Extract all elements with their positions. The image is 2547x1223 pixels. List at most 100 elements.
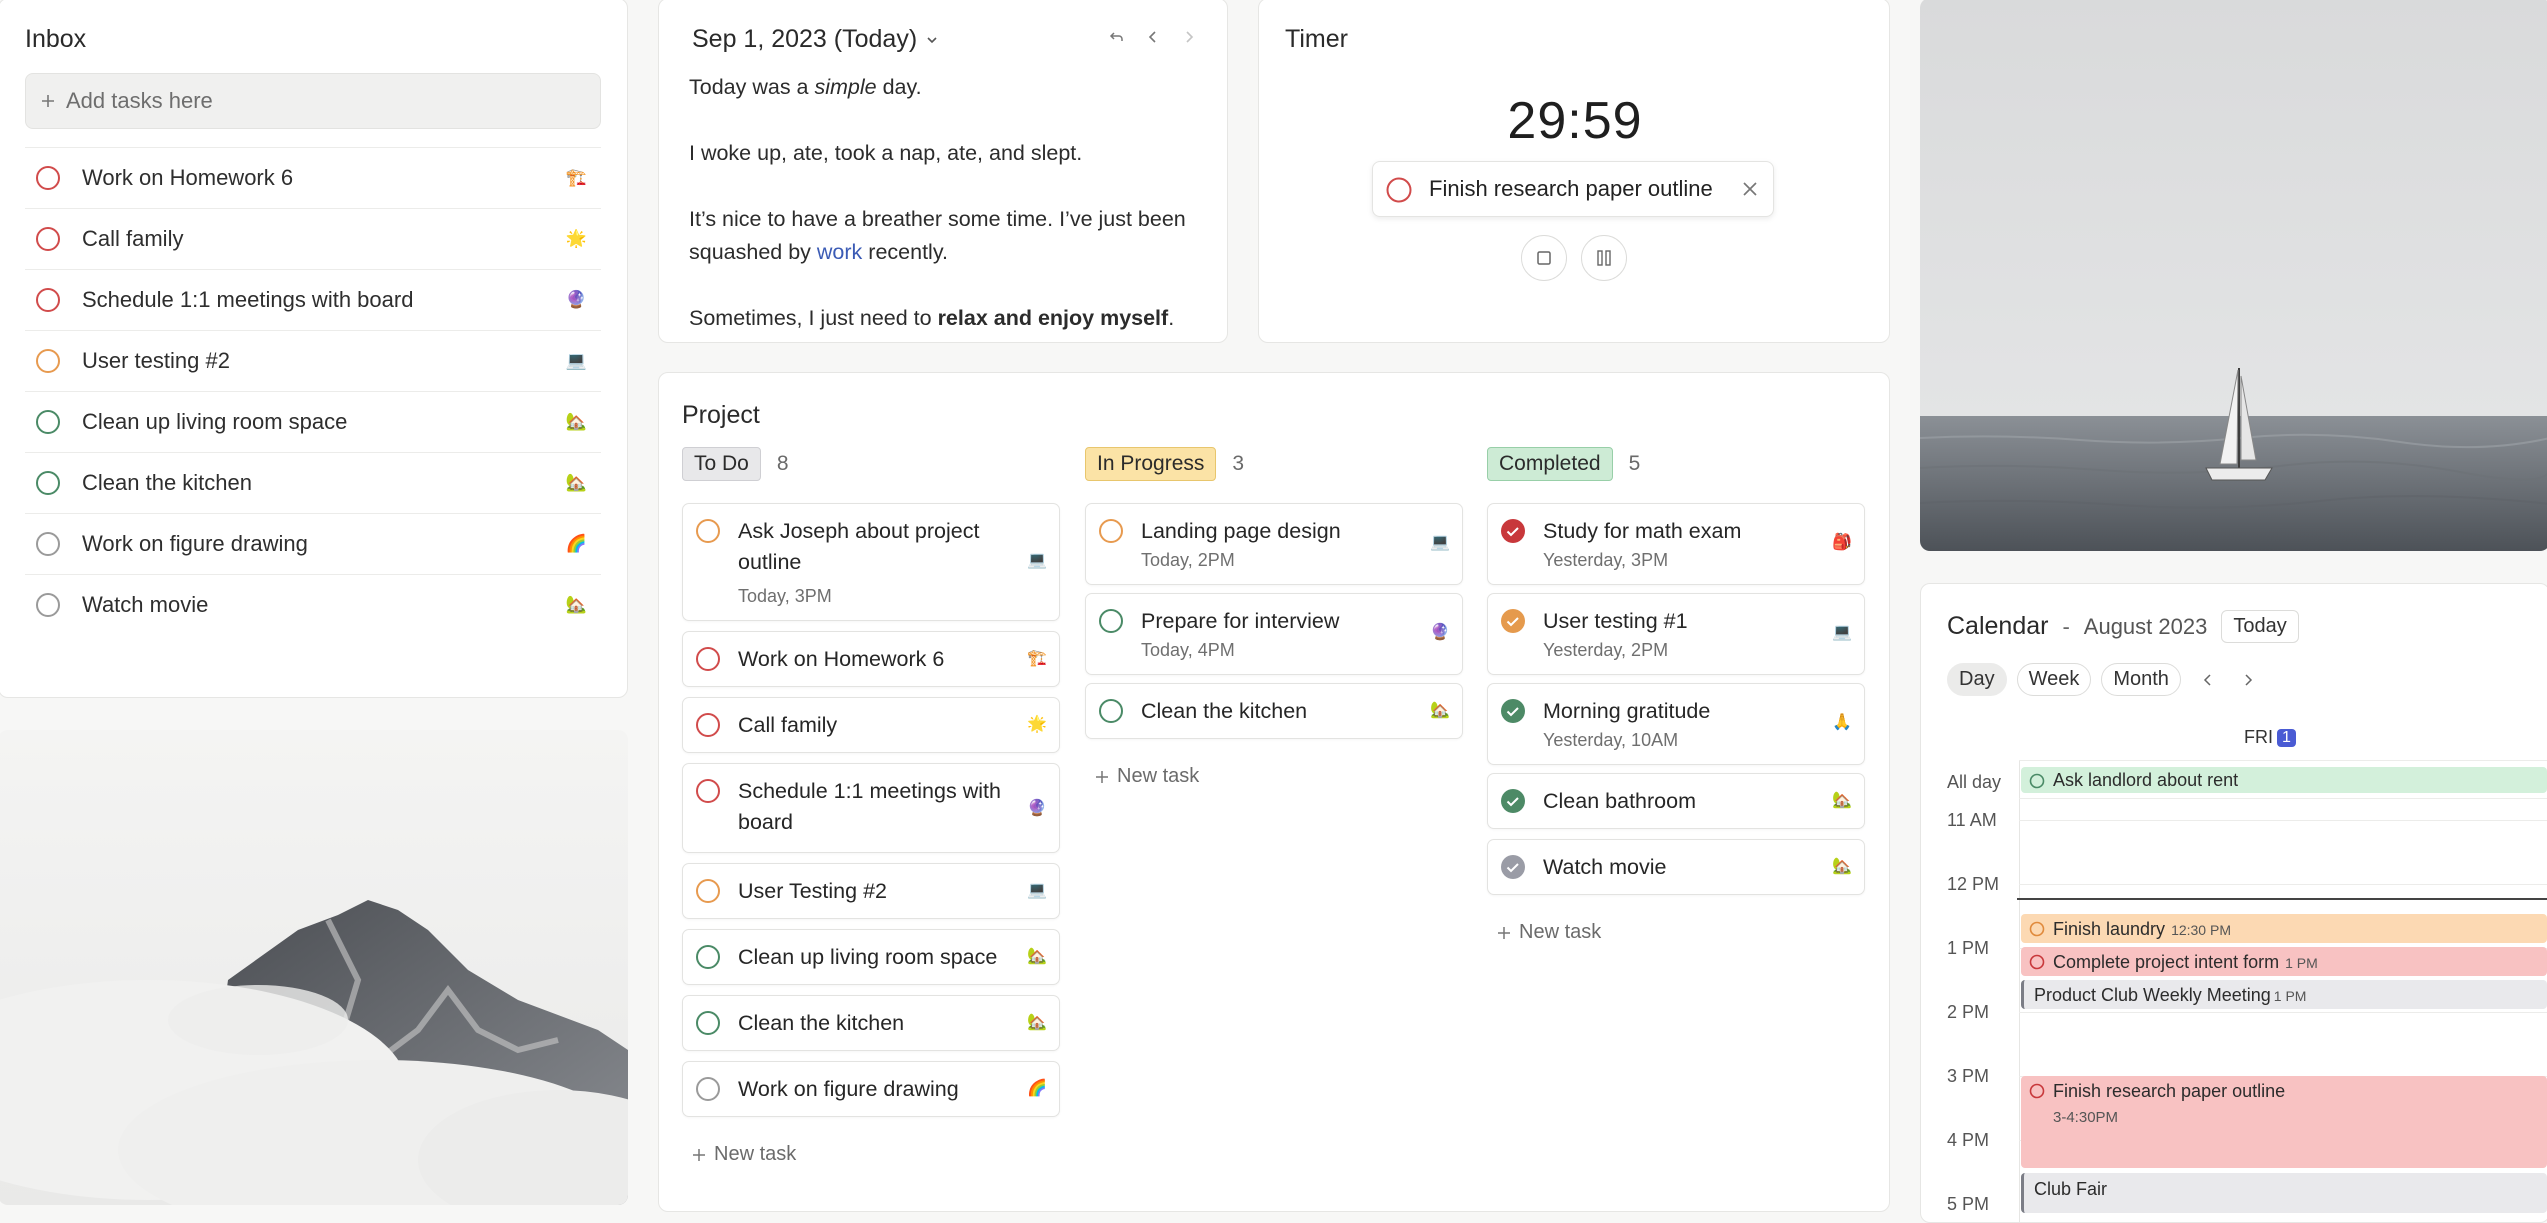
circle-checkbox-icon[interactable] [695,1076,721,1102]
circle-checkbox-icon[interactable] [35,409,61,435]
circle-checkbox-icon[interactable] [1098,698,1124,724]
task-card[interactable]: Landing page design Today, 2PM 💻 [1085,503,1463,585]
undo-icon[interactable] [1109,29,1125,45]
task-card[interactable]: Work on Homework 6 🏗️ [682,631,1060,687]
timer-task-pill[interactable]: Finish research paper outline [1372,161,1774,217]
add-task-input[interactable]: Add tasks here [25,73,601,129]
inbox-item[interactable]: Call family 🌟 [25,208,601,269]
task-card[interactable]: Clean bathroom 🏡 [1487,773,1865,829]
column-header-completed: Completed 5 [1487,447,1640,481]
task-card[interactable]: Schedule 1:1 meetings with board 🔮 [682,763,1060,853]
task-card[interactable]: Clean the kitchen 🏡 [1085,683,1463,739]
task-card[interactable]: Call family 🌟 [682,697,1060,753]
calendar-event[interactable]: Finish research paper outline 3-4:30PM [2021,1076,2547,1168]
check-circle-icon[interactable] [1500,788,1526,814]
circle-checkbox-icon[interactable] [1098,608,1124,634]
stop-button[interactable] [1521,235,1567,281]
task-card[interactable]: Morning gratitude Yesterday, 10AM 🙏 [1487,683,1865,765]
calendar-event[interactable]: Product Club Weekly Meeting 1 PM [2021,980,2547,1009]
task-card[interactable]: Watch movie 🏡 [1487,839,1865,895]
circle-checkbox-icon[interactable] [695,878,721,904]
calendar-event[interactable]: Finish laundry 12:30 PM [2021,914,2547,943]
emoji-icon: 🏡 [1430,702,1450,719]
inbox-item[interactable]: Schedule 1:1 meetings with board 🔮 [25,269,601,330]
circle-checkbox-icon[interactable] [35,592,61,618]
new-task-button-completed[interactable]: New task [1497,921,1601,944]
circle-checkbox-icon[interactable] [695,1010,721,1036]
task-card[interactable]: Clean the kitchen 🏡 [682,995,1060,1051]
new-task-button-todo[interactable]: New task [692,1143,796,1166]
task-card[interactable]: Study for math exam Yesterday, 3PM 🎒 [1487,503,1865,585]
circle-checkbox-icon[interactable] [2029,773,2045,789]
view-month-button[interactable]: Month [2101,663,2181,696]
task-card[interactable]: Work on figure drawing 🌈 [682,1061,1060,1117]
chevron-right-icon[interactable] [1181,29,1197,45]
day-name: FRI [2244,727,2273,747]
inbox-item[interactable]: Clean up living room space 🏡 [25,391,601,452]
event-time: 12:30 PM [2171,922,2231,938]
check-circle-icon[interactable] [1500,608,1526,634]
view-week-button[interactable]: Week [2016,663,2092,696]
circle-checkbox-icon[interactable] [1385,176,1413,204]
circle-checkbox-icon[interactable] [695,778,721,804]
chevron-right-icon[interactable] [2241,673,2255,687]
circle-checkbox-icon[interactable] [2029,1083,2045,1099]
new-task-button-inprogress[interactable]: New task [1095,765,1199,788]
task-label: Ask Joseph about project outline [738,519,980,574]
circle-checkbox-icon[interactable] [695,944,721,970]
inbox-item-label: Watch movie [82,592,209,617]
pause-button[interactable] [1581,235,1627,281]
emoji-icon: 🏗️ [565,168,587,187]
plus-icon [692,1148,706,1162]
circle-checkbox-icon[interactable] [35,531,61,557]
emoji-icon: 💻 [1027,552,1047,569]
calendar-event[interactable]: Complete project intent form 1 PM [2021,947,2547,976]
journal-date-selector[interactable]: Sep 1, 2023 (Today) [692,25,939,54]
calendar-event[interactable]: Club Fair [2021,1173,2547,1213]
check-circle-icon[interactable] [1500,854,1526,880]
event-title: Ask landlord about rent [2053,770,2239,790]
task-label: User Testing #2 [738,879,887,903]
task-label: Clean up living room space [738,945,998,969]
check-circle-icon[interactable] [1500,698,1526,724]
circle-checkbox-icon[interactable] [35,287,61,313]
circle-checkbox-icon[interactable] [695,518,721,544]
journal-date: Sep 1, 2023 (Today) [692,25,918,53]
inbox-item[interactable]: Work on Homework 6 🏗️ [25,147,601,208]
task-label: Schedule 1:1 meetings with board [738,779,1001,834]
circle-checkbox-icon[interactable] [695,646,721,672]
journal-body[interactable]: Today was a simple day. I woke up, ate, … [689,71,1209,342]
task-card[interactable]: User Testing #2 💻 [682,863,1060,919]
inbox-item[interactable]: Clean the kitchen 🏡 [25,452,601,513]
task-card[interactable]: Prepare for interview Today, 4PM 🔮 [1085,593,1463,675]
chevron-left-icon[interactable] [1145,29,1161,45]
inbox-item-label: Clean the kitchen [82,470,252,495]
view-day-button[interactable]: Day [1947,663,2007,696]
inbox-item[interactable]: Watch movie 🏡 [25,574,601,635]
circle-checkbox-icon[interactable] [1098,518,1124,544]
circle-checkbox-icon[interactable] [695,712,721,738]
event-title: Finish laundry 12:30 PM [2053,919,2231,940]
hour-label: 2 PM [1947,1002,1990,1022]
check-circle-icon[interactable] [1500,518,1526,544]
circle-checkbox-icon[interactable] [35,226,61,252]
circle-checkbox-icon[interactable] [35,348,61,374]
emoji-icon: 🔮 [1430,624,1450,641]
hour-label: 11 AM [1947,810,1997,830]
column-header-inprogress: In Progress 3 [1085,447,1244,481]
circle-checkbox-icon[interactable] [35,470,61,496]
task-card[interactable]: Ask Joseph about project outline Today, … [682,503,1060,621]
task-card[interactable]: User testing #1 Yesterday, 2PM 💻 [1487,593,1865,675]
circle-checkbox-icon[interactable] [35,165,61,191]
task-card[interactable]: Clean up living room space 🏡 [682,929,1060,985]
inbox-item[interactable]: User testing #2 💻 [25,330,601,391]
event-name: Finish research paper outline [2053,1081,2286,1101]
circle-checkbox-icon[interactable] [2029,954,2045,970]
calendar-event[interactable]: Ask landlord about rent [2021,767,2547,793]
journal-link-work[interactable]: work [817,240,862,264]
chevron-left-icon[interactable] [2201,673,2215,687]
circle-checkbox-icon[interactable] [2029,921,2045,937]
inbox-item[interactable]: Work on figure drawing 🌈 [25,513,601,574]
today-button[interactable]: Today [2221,610,2299,643]
close-icon[interactable] [1741,180,1759,198]
